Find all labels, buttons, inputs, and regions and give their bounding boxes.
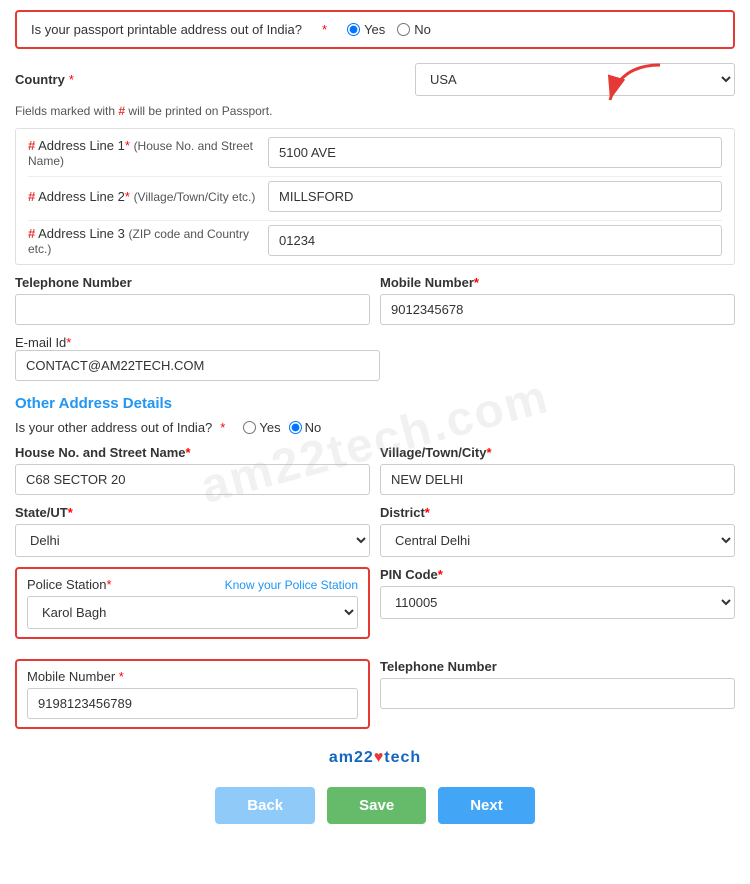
village-town-label: Village/Town/City*: [380, 445, 735, 460]
address-line-1-text: Address Line 1: [38, 138, 125, 153]
pin-code-select[interactable]: 110005 110001 110002 110003: [380, 586, 735, 619]
other-addr-yes-text: Yes: [259, 420, 280, 435]
passport-required-marker: *: [322, 22, 327, 37]
mobile-top-input[interactable]: [380, 294, 735, 325]
other-address-question-text: Is your other address out of India?: [15, 420, 212, 435]
telephone-input[interactable]: [15, 294, 370, 325]
address-line-2-sub: (Village/Town/City etc.): [134, 190, 256, 204]
tel-mobile-row: Telephone Number Mobile Number*: [15, 275, 735, 325]
mobile-bottom-label: Mobile Number *: [27, 669, 124, 684]
address-line-2-text: Address Line 2: [38, 189, 125, 204]
police-station-header: Police Station* Know your Police Station: [27, 577, 358, 592]
hash-1: #: [28, 138, 35, 153]
police-station-select[interactable]: Karol Bagh Connaught Place Paharganj Sad…: [27, 596, 358, 629]
back-button[interactable]: Back: [215, 787, 315, 824]
state-district-row: State/UT* Delhi Maharashtra Karnataka Ta…: [15, 505, 735, 557]
addr2-req: *: [125, 189, 130, 204]
mobile-bottom-highlight: Mobile Number *: [15, 659, 370, 729]
hash-2: #: [28, 189, 35, 204]
village-town-input[interactable]: [380, 464, 735, 495]
country-label: Country: [15, 72, 65, 87]
passport-yes-label[interactable]: Yes: [347, 22, 385, 37]
passport-radio-group: Yes No: [347, 22, 431, 37]
address-line-2-row: # Address Line 2* (Village/Town/City etc…: [28, 181, 722, 212]
other-addr-yes-radio[interactable]: [243, 421, 256, 434]
tel-bottom-group: Telephone Number: [380, 659, 735, 739]
fields-note: Fields marked with # will be printed on …: [15, 104, 735, 118]
hash-marker: #: [118, 104, 125, 118]
bottom-buttons: Back Save Next: [15, 787, 735, 834]
know-police-station-link[interactable]: Know your Police Station: [225, 578, 358, 592]
save-button[interactable]: Save: [327, 787, 426, 824]
brand-heart: ♥: [374, 749, 385, 766]
address-line-2-label: # Address Line 2* (Village/Town/City etc…: [28, 189, 258, 204]
hash-3: #: [28, 226, 35, 241]
address-line-3-input[interactable]: [268, 225, 722, 256]
address-line-1-label: # Address Line 1* (House No. and Street …: [28, 138, 258, 168]
telephone-group: Telephone Number: [15, 275, 370, 325]
mobile-top-label: Mobile Number*: [380, 275, 735, 290]
district-label: District*: [380, 505, 735, 520]
district-group: District* Central Delhi North Delhi Sout…: [380, 505, 735, 557]
passport-yes-text: Yes: [364, 22, 385, 37]
other-addr-no-label[interactable]: No: [289, 420, 322, 435]
country-required: *: [69, 72, 74, 87]
district-select[interactable]: Central Delhi North Delhi South Delhi Ea…: [380, 524, 735, 557]
next-button[interactable]: Next: [438, 787, 535, 824]
house-street-group: House No. and Street Name*: [15, 445, 370, 495]
brand-name: am22: [329, 749, 374, 766]
telephone-label: Telephone Number: [15, 275, 370, 290]
other-address-question-row: Is your other address out of India? * Ye…: [15, 420, 735, 435]
address-line-3-label: # Address Line 3 (ZIP code and Country e…: [28, 226, 258, 256]
address-line-3-text: Address Line 3: [38, 226, 125, 241]
pin-code-group: PIN Code* 110005 110001 110002 110003: [380, 567, 735, 649]
other-addr-req: *: [220, 420, 225, 435]
addr1-req: *: [125, 138, 130, 153]
passport-question-label: Is your passport printable address out o…: [31, 22, 302, 37]
passport-no-text: No: [414, 22, 431, 37]
passport-no-radio[interactable]: [397, 23, 410, 36]
police-pin-row: Police Station* Know your Police Station…: [15, 567, 735, 649]
address-line-3-row: # Address Line 3 (ZIP code and Country e…: [28, 225, 722, 256]
mobile-bottom-input[interactable]: [27, 688, 358, 719]
state-group: State/UT* Delhi Maharashtra Karnataka Ta…: [15, 505, 370, 557]
mobile-top-group: Mobile Number*: [380, 275, 735, 325]
house-village-row: House No. and Street Name* Village/Town/…: [15, 445, 735, 495]
other-addr-yes-label[interactable]: Yes: [243, 420, 280, 435]
mobile-tel-bottom-row: Mobile Number * Telephone Number: [15, 659, 735, 739]
pin-code-label: PIN Code*: [380, 567, 735, 582]
country-select-wrap: USA India UK Canada Australia: [415, 63, 735, 96]
other-addr-no-radio[interactable]: [289, 421, 302, 434]
state-select[interactable]: Delhi Maharashtra Karnataka Tamil Nadu U…: [15, 524, 370, 557]
address-line-1-input[interactable]: [268, 137, 722, 168]
other-address-heading: Other Address Details: [15, 395, 735, 412]
email-input[interactable]: [15, 350, 380, 381]
country-select[interactable]: USA India UK Canada Australia: [415, 63, 735, 96]
brand-watermark: am22♥tech: [15, 749, 735, 767]
village-town-group: Village/Town/City*: [380, 445, 735, 495]
police-station-highlight: Police Station* Know your Police Station…: [15, 567, 370, 639]
state-label: State/UT*: [15, 505, 370, 520]
tel-bottom-label: Telephone Number: [380, 659, 735, 674]
address-line-2-input[interactable]: [268, 181, 722, 212]
address-section: # Address Line 1* (House No. and Street …: [15, 128, 735, 265]
address-line-1-row: # Address Line 1* (House No. and Street …: [28, 137, 722, 168]
tel-bottom-input[interactable]: [380, 678, 735, 709]
email-label: E-mail Id*: [15, 335, 71, 350]
police-station-label: Police Station*: [27, 577, 112, 592]
house-street-label: House No. and Street Name*: [15, 445, 370, 460]
house-street-input[interactable]: [15, 464, 370, 495]
passport-yes-radio[interactable]: [347, 23, 360, 36]
email-group: E-mail Id*: [15, 335, 380, 381]
passport-question-box: Is your passport printable address out o…: [15, 10, 735, 49]
other-addr-no-text: No: [305, 420, 322, 435]
passport-no-label[interactable]: No: [397, 22, 431, 37]
country-row: Country * USA India UK Canada Australia: [15, 63, 735, 96]
brand-suffix: tech: [384, 749, 421, 766]
